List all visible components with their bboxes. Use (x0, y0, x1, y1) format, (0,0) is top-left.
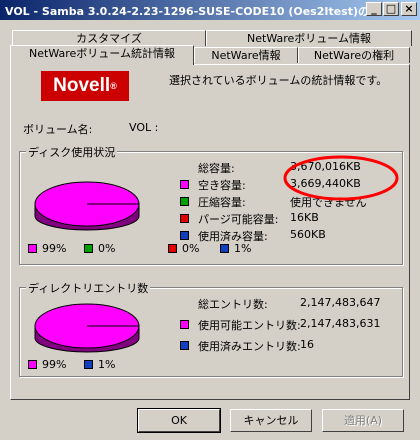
free-space-color-swatch (180, 180, 189, 189)
title-bar: VOL - Samba 3.0.24-2.23-1296-SUSE-CODE10… (0, 0, 420, 20)
disk-purgeable-label: パージ可能容量: (198, 213, 279, 226)
disk-usage-title: ディスク使用状況 (26, 144, 118, 160)
legend-purgeable-pct: 0% (182, 242, 200, 255)
tab-panel: Novell® 選択されているボリュームの統計情報です。 ボリューム名: VOL… (10, 64, 410, 400)
disk-usage-group: ディスク使用状況 総容量: 3,670,016KB 空き容量: 3,669,44… (19, 144, 403, 265)
disk-purgeable-value: 16KB (290, 211, 319, 224)
window-title: VOL - Samba 3.0.24-2.23-1296-SUSE-CODE10… (5, 5, 367, 18)
legend-available-swatch (28, 360, 37, 369)
directory-entries-title: ディレクトリエントリ数 (26, 280, 151, 296)
dir-available-label: 使用可能エントリ数: (198, 319, 301, 332)
minimize-button[interactable]: _ (366, 2, 382, 16)
available-entries-color-swatch (180, 320, 189, 329)
directory-entries-group: ディレクトリエントリ数 総エントリ数: 2,147,483,647 使用可能エン… (19, 280, 403, 377)
dir-used-label: 使用済みエントリ数: (198, 340, 301, 353)
disk-used-value: 560KB (290, 228, 326, 241)
ok-button[interactable]: OK (137, 408, 221, 433)
legend-used-pct: 1% (234, 242, 252, 255)
volume-name-label: ボリューム名: (23, 123, 93, 136)
cancel-button[interactable]: キャンセル (230, 409, 312, 432)
directory-entry-rows: 総エントリ数: 2,147,483,647 使用可能エントリ数: 2,147,4… (180, 296, 400, 356)
tab-netware-info[interactable]: NetWare情報 (194, 47, 298, 63)
compressed-color-swatch (180, 197, 189, 206)
legend-compressed-swatch (84, 244, 93, 253)
legend-used-entries-pct: 1% (98, 358, 116, 371)
disk-compressed-label: 圧縮容量: (198, 196, 246, 209)
maximize-button[interactable]: □ (383, 2, 399, 16)
logo-text: Novell (53, 75, 111, 96)
directory-entries-pie-chart (34, 303, 140, 353)
logo-registered-mark: ® (110, 81, 117, 91)
purgeable-color-swatch (180, 214, 189, 223)
legend-purgeable-swatch (168, 244, 177, 253)
legend-compressed-pct: 0% (98, 242, 116, 255)
legend-free-swatch (28, 244, 37, 253)
dir-used-value: 16 (300, 338, 314, 351)
dir-total-value: 2,147,483,647 (300, 296, 381, 309)
volume-name-value: VOL : (129, 121, 159, 134)
tab-netware-rights[interactable]: NetWareの権利 (298, 47, 410, 63)
disk-free-label: 空き容量: (198, 179, 246, 192)
legend-used-swatch (220, 244, 229, 253)
tab-netware-volume-stats[interactable]: NetWareボリューム統計情報 (10, 45, 194, 65)
legend-used-entries-swatch (84, 360, 93, 369)
dir-total-label: 総エントリ数: (198, 298, 268, 311)
highlight-circle (283, 155, 399, 201)
dir-available-value: 2,147,483,631 (300, 317, 381, 330)
used-entries-color-swatch (180, 341, 189, 350)
tab-customize[interactable]: カスタマイズ (12, 30, 206, 46)
disk-used-label: 使用済み容量: (198, 230, 268, 243)
disk-total-label: 総容量: (198, 162, 235, 175)
close-button[interactable]: × (401, 2, 417, 16)
tab-netware-volume-info[interactable]: NetWareボリューム情報 (206, 30, 412, 46)
novell-logo: Novell® (41, 71, 129, 101)
legend-available-pct: 99% (42, 358, 67, 371)
legend-free-pct: 99% (42, 242, 67, 255)
description-text: 選択されているボリュームの統計情報です。 (169, 74, 388, 87)
disk-usage-pie-chart (34, 181, 140, 231)
apply-button[interactable]: 適用(A) (322, 409, 404, 432)
used-space-color-swatch (180, 231, 189, 240)
